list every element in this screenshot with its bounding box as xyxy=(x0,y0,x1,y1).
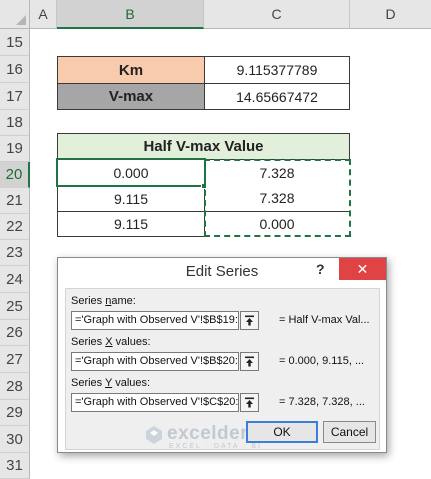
series-name-result: = Half V-max Val... xyxy=(279,314,370,326)
vmax-label-cell[interactable]: V-max xyxy=(57,83,205,110)
series-y-result: = 7.328, 7.328, ... xyxy=(279,396,365,408)
vmax-value-cell[interactable]: 14.65667472 xyxy=(204,83,350,110)
cancel-button[interactable]: Cancel xyxy=(323,421,376,443)
active-cell-selection xyxy=(56,158,206,187)
exceldemy-logo-icon xyxy=(146,426,162,444)
row-header-22[interactable]: 22 xyxy=(0,214,30,240)
series-y-label: Series Y values: xyxy=(71,377,151,389)
row-header-20[interactable]: 20 xyxy=(0,162,30,188)
row-header-30[interactable]: 30 xyxy=(0,426,30,453)
row-header-25[interactable]: 25 xyxy=(0,293,30,320)
select-all-icon xyxy=(16,15,26,25)
row-header-15[interactable]: 15 xyxy=(0,29,30,56)
row-header-23[interactable]: 23 xyxy=(0,240,30,266)
row-header-16[interactable]: 16 xyxy=(0,56,30,83)
km-label-cell[interactable]: Km xyxy=(57,56,205,84)
collapse-dialog-icon xyxy=(245,315,254,326)
km-value-cell[interactable]: 9.115377789 xyxy=(204,56,350,84)
row-header-24[interactable]: 24 xyxy=(0,266,30,293)
series-y-collapse-button[interactable] xyxy=(240,393,259,412)
series-name-collapse-button[interactable] xyxy=(240,311,259,330)
half-vmax-header-cell[interactable]: Half V-max Value xyxy=(57,133,350,160)
edit-series-dialog: Edit Series ? ✕ Series name: ='Graph wit… xyxy=(57,257,387,453)
row-header-26[interactable]: 26 xyxy=(0,320,30,346)
table-cell-b22[interactable]: 9.115 xyxy=(57,211,205,237)
collapse-dialog-icon xyxy=(245,356,254,367)
close-icon: ✕ xyxy=(356,260,369,277)
series-name-input[interactable]: ='Graph with Observed V'!$B$19: xyxy=(71,311,239,330)
series-name-label: Series name: xyxy=(71,295,136,307)
table-cell-b21[interactable]: 9.115 xyxy=(57,185,205,212)
series-y-input[interactable]: ='Graph with Observed V'!$C$20: xyxy=(71,393,239,412)
column-header-a[interactable]: A xyxy=(30,0,57,29)
collapse-dialog-icon xyxy=(245,397,254,408)
row-header-27[interactable]: 27 xyxy=(0,346,30,373)
copy-range-marquee xyxy=(204,159,351,237)
select-all-corner[interactable] xyxy=(0,0,30,29)
series-x-collapse-button[interactable] xyxy=(240,352,259,371)
column-header-d[interactable]: D xyxy=(350,0,431,29)
row-header-19[interactable]: 19 xyxy=(0,136,30,162)
row-header-17[interactable]: 17 xyxy=(0,83,30,110)
column-header-c[interactable]: C xyxy=(204,0,350,29)
row-header-21[interactable]: 21 xyxy=(0,188,30,214)
watermark-tagline: EXCEL · DATA · BI xyxy=(169,443,262,450)
column-header-b[interactable]: B xyxy=(57,0,204,29)
close-button[interactable]: ✕ xyxy=(339,258,386,280)
row-header-28[interactable]: 28 xyxy=(0,373,30,400)
row-header-29[interactable]: 29 xyxy=(0,400,30,426)
series-x-input[interactable]: ='Graph with Observed V'!$B$20: xyxy=(71,352,239,371)
series-x-result: = 0.000, 9.115, ... xyxy=(279,355,365,367)
dialog-title: Edit Series xyxy=(185,262,259,280)
row-header-31[interactable]: 31 xyxy=(0,453,30,479)
row-header-18[interactable]: 18 xyxy=(0,110,30,136)
series-x-label: Series X values: xyxy=(71,336,151,348)
dialog-body: Series name: ='Graph with Observed V'!$B… xyxy=(65,288,380,450)
ok-button[interactable]: OK xyxy=(246,421,318,443)
help-button[interactable]: ? xyxy=(316,261,325,277)
